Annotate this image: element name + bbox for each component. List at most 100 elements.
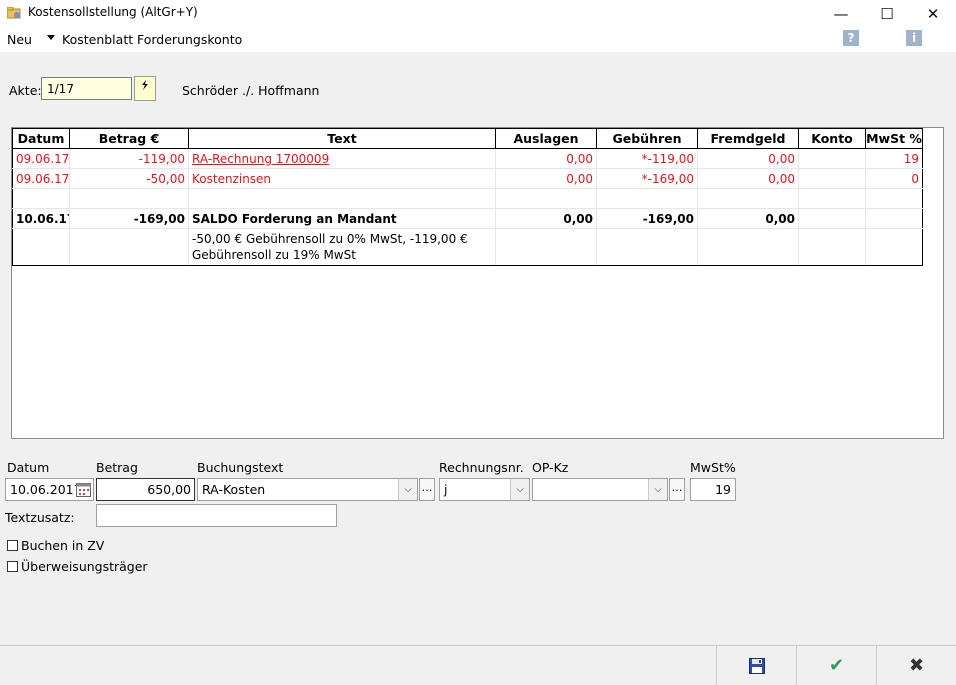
- akte-search-button[interactable]: [134, 76, 156, 101]
- column-header-betrag[interactable]: Betrag €: [69, 128, 189, 149]
- rechnungsnr-select[interactable]: j ⌵: [439, 478, 530, 501]
- minimize-icon: —: [833, 5, 849, 23]
- column-header-konto[interactable]: Konto: [798, 128, 866, 149]
- cell-empty: [12, 228, 70, 266]
- cell-text: Kostenzinsen: [188, 168, 496, 189]
- cell-empty: [495, 188, 597, 209]
- cell-empty: [12, 188, 70, 209]
- note-row: -50,00 € Gebührensoll zu 0% MwSt, -119,0…: [12, 228, 923, 266]
- cancel-button[interactable]: ✖: [876, 646, 956, 685]
- invoice-link[interactable]: RA-Rechnung 1700009: [192, 152, 329, 166]
- opkz-more-button[interactable]: …: [669, 478, 685, 501]
- saldo-mwst: [865, 208, 923, 229]
- column-header-auslagen[interactable]: Auslagen: [495, 128, 597, 149]
- cell-empty: [798, 228, 866, 266]
- table-row[interactable]: 09.06.17 -119,00 RA-Rechnung 1700009 0,0…: [12, 148, 923, 169]
- buchungstext-value: RA-Kosten: [202, 482, 266, 497]
- buchen-zv-label[interactable]: Buchen in ZV: [21, 538, 104, 553]
- check-icon: ✔: [828, 655, 845, 676]
- cell-betrag: -50,00: [69, 168, 189, 189]
- dropdown-arrow-icon[interactable]: [47, 35, 55, 40]
- menu-new-label: Neu: [7, 32, 32, 47]
- rechnungsnr-label: Rechnungsnr.: [439, 460, 524, 475]
- saldo-konto: [798, 208, 866, 229]
- menu-forderungskonto-label: Forderungskonto: [137, 32, 243, 47]
- textzusatz-label: Textzusatz:: [5, 510, 75, 525]
- cell-gebuehren: *-119,00: [596, 148, 698, 169]
- help-icon[interactable]: ?: [843, 30, 859, 46]
- menu-forderungskonto[interactable]: Forderungskonto: [137, 32, 242, 47]
- chevron-down-icon[interactable]: ⌵: [648, 479, 667, 500]
- cross-icon: ✖: [908, 655, 925, 676]
- buchungstext-label: Buchungstext: [197, 460, 284, 475]
- cell-empty: [596, 188, 698, 209]
- cell-empty: [188, 188, 496, 209]
- cell-datum: 09.06.17: [12, 148, 70, 169]
- cell-auslagen: 0,00: [495, 148, 597, 169]
- cell-fremdgeld: 0,00: [697, 168, 799, 189]
- cell-text-link[interactable]: RA-Rechnung 1700009: [188, 148, 496, 169]
- ok-button[interactable]: ✔: [796, 646, 876, 685]
- close-button[interactable]: ✕: [910, 0, 956, 28]
- cell-empty: [596, 228, 698, 266]
- ueberweisung-label[interactable]: Überweisungsträger: [21, 559, 148, 574]
- menu-kostenblatt-label: Kostenblatt: [62, 32, 134, 47]
- saldo-row: 10.06.17 -169,00 SALDO Forderung an Mand…: [12, 208, 923, 229]
- menu-new[interactable]: Neu: [7, 32, 32, 47]
- buchungstext-select[interactable]: RA-Kosten ⌵: [197, 478, 418, 501]
- datum-field[interactable]: 10.06.2017: [5, 478, 94, 501]
- column-header-datum[interactable]: Datum: [12, 128, 70, 149]
- akte-label: Akte:: [9, 83, 42, 98]
- save-button[interactable]: [716, 646, 796, 685]
- chevron-down-icon[interactable]: ⌵: [398, 479, 417, 500]
- app-icon: [7, 7, 21, 19]
- calendar-icon[interactable]: [76, 482, 91, 497]
- cell-betrag: -119,00: [69, 148, 189, 169]
- cell-auslagen: 0,00: [495, 168, 597, 189]
- betrag-label: Betrag: [96, 460, 138, 475]
- datum-value: 10.06.2017: [10, 482, 82, 497]
- cell-empty: [495, 228, 597, 266]
- buchen-zv-checkbox[interactable]: [7, 540, 18, 551]
- menu-bar: Neu Kostenblatt Forderungskonto: [0, 28, 956, 52]
- cell-empty: [69, 188, 189, 209]
- info-icon[interactable]: i: [906, 30, 922, 46]
- tax-note: -50,00 € Gebührensoll zu 0% MwSt, -119,0…: [188, 228, 496, 266]
- menu-kostenblatt[interactable]: Kostenblatt: [62, 32, 133, 47]
- column-header-fremdgeld[interactable]: Fremdgeld: [697, 128, 799, 149]
- mwst-input[interactable]: 19: [690, 478, 736, 501]
- cell-konto: [798, 168, 866, 189]
- cell-mwst: 19: [865, 148, 923, 169]
- bookings-grid: Datum Betrag € Text Auslagen Gebühren Fr…: [11, 127, 944, 439]
- saldo-text: SALDO Forderung an Mandant: [188, 208, 496, 229]
- table-row[interactable]: 09.06.17 -50,00 Kostenzinsen 0,00 *-169,…: [12, 168, 923, 189]
- cell-konto: [798, 148, 866, 169]
- cell-empty: [865, 228, 923, 266]
- maximize-icon: ☐: [880, 5, 894, 23]
- ueberweisung-checkbox[interactable]: [7, 561, 18, 572]
- close-icon: ✕: [926, 5, 940, 23]
- saldo-fremdgeld: 0,00: [697, 208, 799, 229]
- rechnungsnr-value: j: [444, 482, 448, 497]
- column-header-mwst[interactable]: MwSt %: [865, 128, 923, 149]
- buchungstext-more-button[interactable]: …: [419, 478, 435, 501]
- cell-mwst: 0: [865, 168, 923, 189]
- table-header-row: Datum Betrag € Text Auslagen Gebühren Fr…: [12, 128, 923, 149]
- chevron-down-icon[interactable]: ⌵: [510, 479, 529, 500]
- cell-empty: [865, 188, 923, 209]
- textzusatz-input[interactable]: [96, 504, 337, 527]
- cell-empty: [697, 228, 799, 266]
- saldo-betrag: -169,00: [69, 208, 189, 229]
- opkz-select[interactable]: ⌵: [532, 478, 668, 501]
- maximize-button[interactable]: ☐: [864, 0, 910, 28]
- bookings-table: Datum Betrag € Text Auslagen Gebühren Fr…: [12, 128, 923, 266]
- minimize-button[interactable]: —: [818, 0, 864, 28]
- column-header-gebuehren[interactable]: Gebühren: [596, 128, 698, 149]
- betrag-input[interactable]: 650,00: [96, 478, 195, 501]
- floppy-disk-icon: [748, 658, 765, 674]
- datum-label: Datum: [7, 460, 50, 475]
- column-header-text[interactable]: Text: [188, 128, 496, 149]
- table-row-empty: [12, 188, 923, 209]
- akte-input[interactable]: 1/17: [41, 77, 132, 100]
- saldo-datum: 10.06.17: [12, 208, 70, 229]
